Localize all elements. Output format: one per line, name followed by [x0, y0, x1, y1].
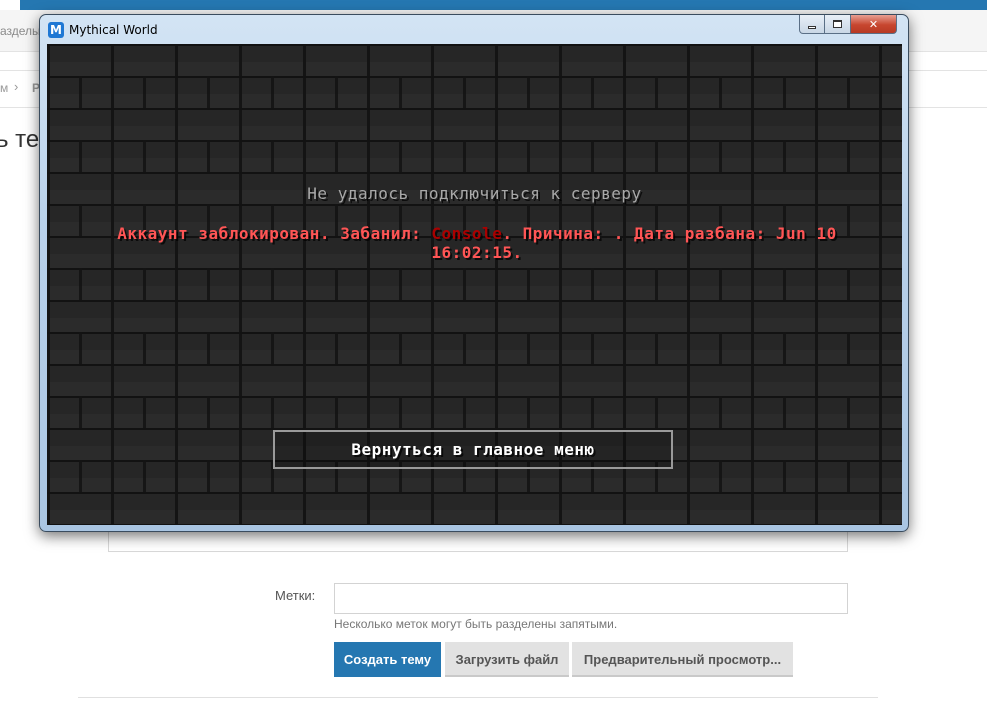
create-thread-button[interactable]: Создать тему [334, 642, 441, 677]
upload-file-button[interactable]: Загрузить файл [445, 642, 569, 677]
preview-button[interactable]: Предварительный просмотр... [572, 642, 793, 677]
tags-input[interactable] [334, 583, 848, 614]
back-to-menu-button[interactable]: Вернуться в главное меню [273, 430, 673, 469]
ban-reason-prefix: Аккаунт заблокирован. Забанил: [117, 224, 432, 243]
disconnect-title: Не удалось подключиться к серверу [307, 184, 642, 203]
nav-sections-link[interactable]: азделы [0, 24, 41, 38]
game-viewport: Не удалось подключиться к серверу Аккаун… [47, 44, 902, 525]
close-icon: ✕ [868, 17, 879, 31]
ban-reason: Аккаунт заблокирован. Забанил: Console. … [107, 224, 847, 262]
divider [78, 697, 878, 698]
forum-top-bar [20, 0, 987, 10]
tags-label: Метки: [275, 588, 316, 603]
breadcrumb-item-home[interactable]: м [0, 81, 8, 95]
banned-by: Console [431, 224, 503, 243]
chevron-right-icon: › [14, 79, 19, 94]
maximize-icon [833, 20, 842, 28]
minimize-icon [808, 25, 816, 29]
tags-hint: Несколько меток могут быть разделены зап… [334, 617, 618, 631]
maximize-button[interactable] [825, 15, 851, 34]
window-title: Mythical World [69, 23, 158, 37]
game-window: M Mythical World ✕ Не удалось подключить… [39, 14, 909, 532]
close-button[interactable]: ✕ [851, 15, 897, 34]
app-logo-icon: M [48, 22, 64, 38]
window-controls: ✕ [799, 15, 897, 35]
minimize-button[interactable] [799, 15, 825, 34]
